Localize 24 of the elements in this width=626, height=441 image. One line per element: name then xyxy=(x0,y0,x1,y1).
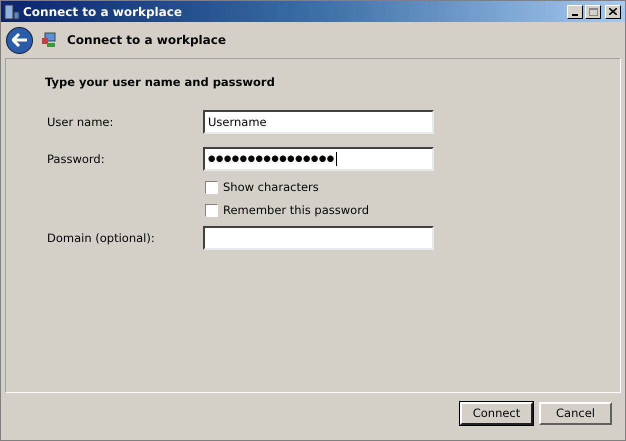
maximize-icon xyxy=(588,8,598,16)
dialog-button[interactable]: Connect xyxy=(460,402,533,425)
window-title: Connect to a workplace xyxy=(23,4,184,20)
field-label: User name: xyxy=(46,114,114,131)
back-button[interactable] xyxy=(6,26,33,54)
checkbox[interactable] xyxy=(205,204,218,217)
close-icon xyxy=(609,8,617,15)
field-label: Domain (optional): xyxy=(46,230,156,247)
minimize-button[interactable] xyxy=(567,4,583,18)
close-button[interactable] xyxy=(605,4,621,18)
field-label: Password: xyxy=(46,150,106,168)
section-heading: Type your user name and password xyxy=(45,74,276,91)
input-field[interactable]: Username xyxy=(203,110,434,134)
checkbox[interactable] xyxy=(205,180,218,194)
back-arrow-icon xyxy=(12,33,28,47)
minimize-icon xyxy=(572,14,578,16)
dialog-button[interactable]: Cancel xyxy=(539,402,612,425)
window-icon xyxy=(4,4,20,20)
page-title: Connect to a workplace xyxy=(67,32,226,49)
maximize-button[interactable] xyxy=(585,4,601,18)
password-field[interactable]: ●●●●●●●●●●●●●●●● xyxy=(203,147,434,172)
checkbox-label: Show characters xyxy=(223,178,319,196)
input-field[interactable] xyxy=(203,226,434,250)
checkbox-label: Remember this password xyxy=(223,202,370,219)
